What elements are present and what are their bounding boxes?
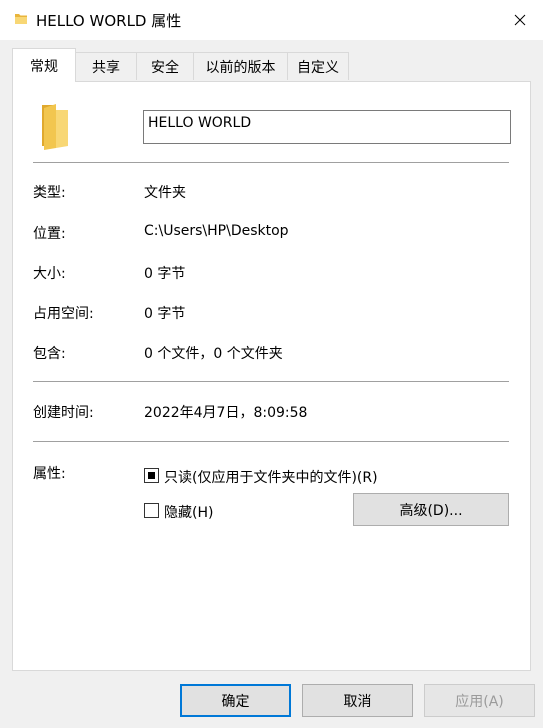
- tab-customize[interactable]: 自定义: [287, 52, 349, 80]
- size-on-disk-label: 占用空间:: [33, 306, 94, 322]
- separator: [33, 441, 509, 442]
- window-title: HELLO WORLD 属性: [36, 12, 182, 30]
- tab-sharing[interactable]: 共享: [75, 52, 137, 80]
- hidden-checkbox[interactable]: [144, 503, 159, 518]
- size-label: 大小:: [33, 266, 66, 282]
- cancel-button[interactable]: 取消: [302, 684, 413, 717]
- location-label: 位置:: [33, 226, 66, 242]
- type-value: 文件夹: [144, 185, 186, 201]
- created-value: 2022年4月7日，8:09:58: [144, 405, 308, 421]
- close-icon: [514, 14, 526, 26]
- general-panel: [12, 81, 531, 671]
- readonly-checkbox[interactable]: [144, 468, 159, 483]
- contains-value: 0 个文件，0 个文件夹: [144, 346, 283, 362]
- folder-icon: [15, 14, 27, 24]
- type-label: 类型:: [33, 185, 66, 201]
- size-on-disk-value: 0 字节: [144, 306, 186, 322]
- title-bar: HELLO WORLD 属性: [0, 0, 543, 40]
- contains-label: 包含:: [33, 346, 66, 362]
- tab-previous-versions[interactable]: 以前的版本: [193, 52, 288, 80]
- separator: [33, 162, 509, 163]
- close-button[interactable]: [497, 0, 543, 40]
- folder-name-input[interactable]: HELLO WORLD: [143, 110, 511, 144]
- hidden-checkbox-label[interactable]: 隐藏(H): [164, 502, 213, 522]
- attributes-label: 属性:: [33, 466, 66, 482]
- ok-button[interactable]: 确定: [180, 684, 291, 717]
- readonly-checkbox-label[interactable]: 只读(仅应用于文件夹中的文件)(R): [164, 467, 378, 487]
- tab-security[interactable]: 安全: [136, 52, 194, 80]
- separator: [33, 381, 509, 382]
- created-label: 创建时间:: [33, 405, 94, 421]
- size-value: 0 字节: [144, 266, 186, 282]
- tab-strip: 常规 共享 安全 以前的版本 自定义: [12, 48, 532, 82]
- advanced-button[interactable]: 高级(D)...: [353, 493, 509, 526]
- tab-general[interactable]: 常规: [12, 48, 76, 82]
- large-folder-icon: [42, 104, 68, 150]
- apply-button[interactable]: 应用(A): [424, 684, 535, 717]
- location-value: C:\Users\HP\Desktop: [144, 223, 289, 239]
